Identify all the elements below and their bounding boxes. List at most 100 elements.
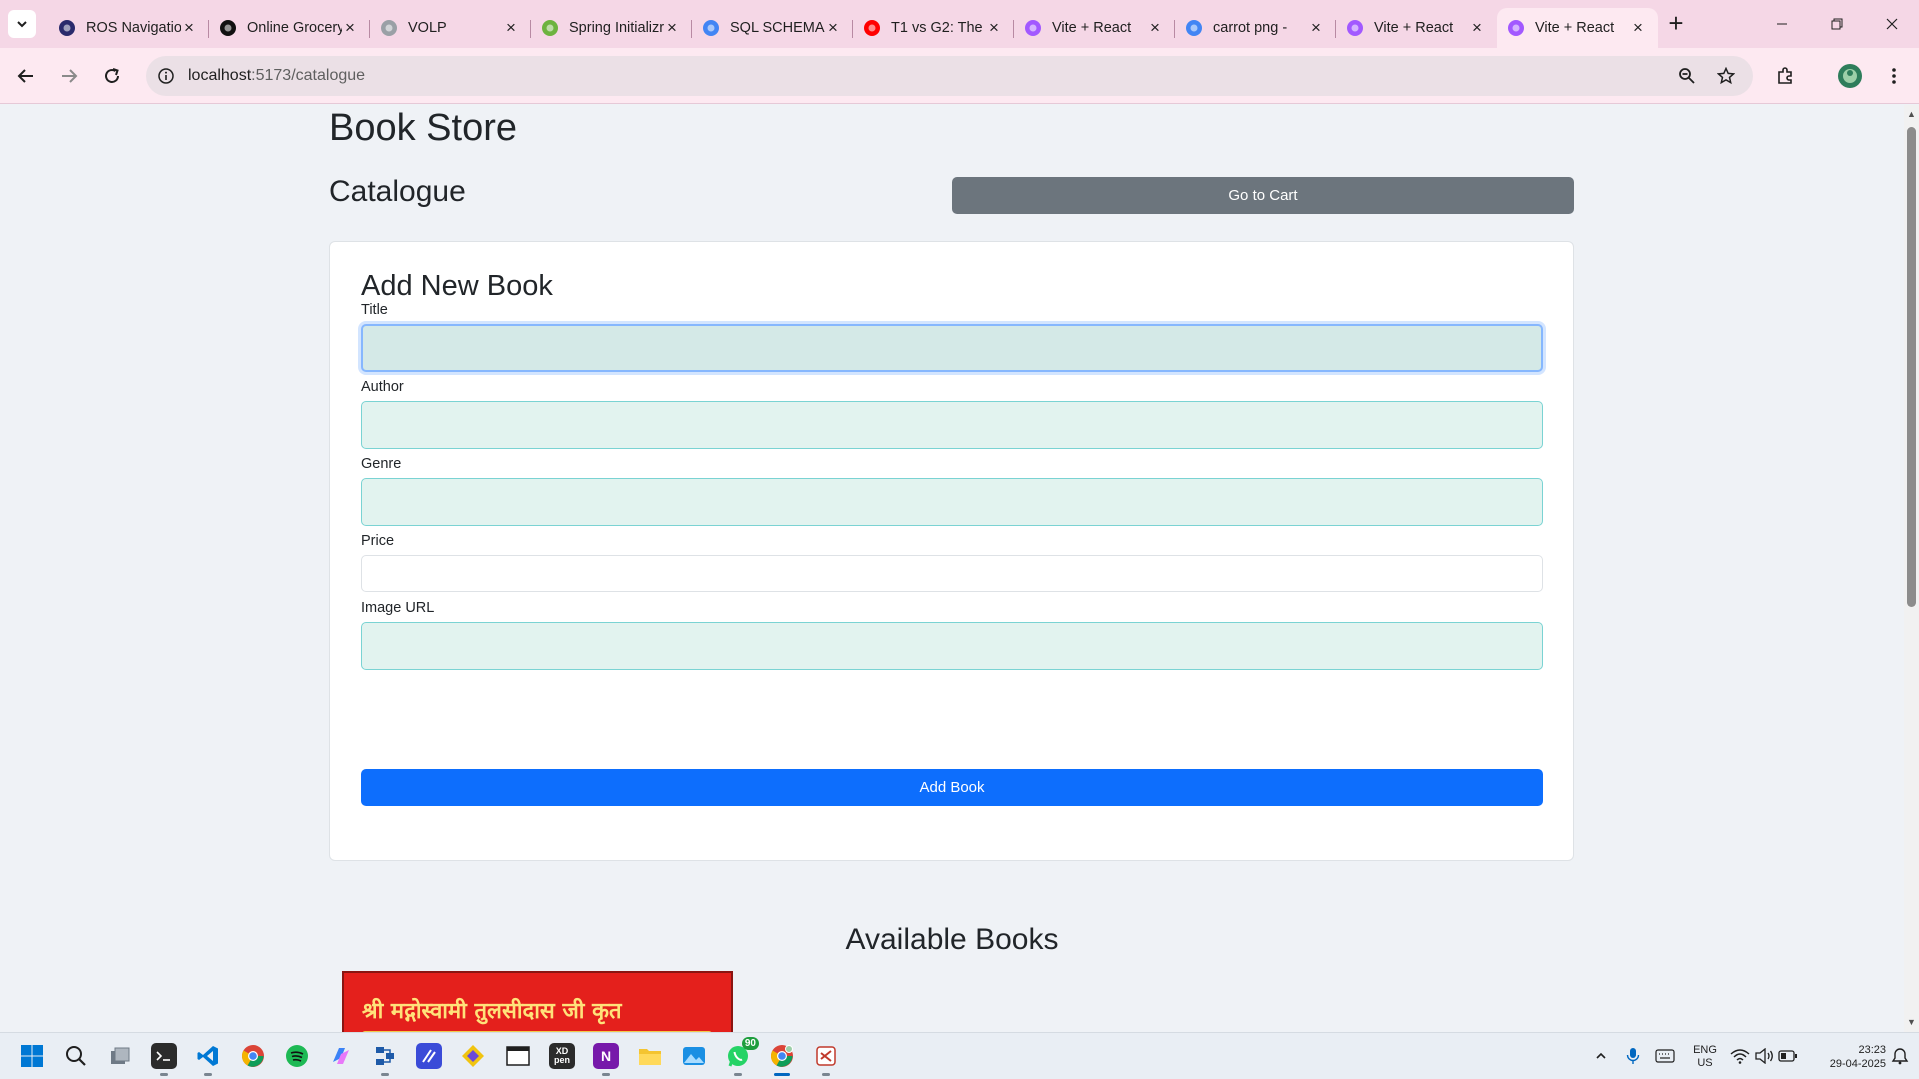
spotify-icon[interactable] [284,1043,310,1069]
puzzle-icon [1778,67,1792,84]
scroll-up-icon[interactable]: ▲ [1907,109,1916,119]
image-url-label: Image URL [361,600,435,616]
wifi-icon[interactable] [1729,1043,1751,1069]
available-books-heading: Available Books [845,923,1059,956]
restore-button[interactable] [1814,8,1860,40]
xd-pen-glyph: XD pen [553,1046,570,1065]
browser-tab[interactable]: VOLP × [370,8,531,48]
tab-search-button[interactable] [8,10,36,38]
browser-tab[interactable]: Vite + React × [1336,8,1497,48]
search-icon[interactable] [63,1043,89,1069]
close-tab-icon[interactable]: × [181,18,197,38]
task-view-icon[interactable] [107,1043,133,1069]
browser-tab[interactable]: carrot png - × [1175,8,1336,48]
browser-tab[interactable]: SQL SCHEMA × [692,8,853,48]
photos-icon[interactable] [681,1043,707,1069]
close-tab-icon[interactable]: × [825,18,841,38]
network-nodes-icon [376,1047,394,1065]
tab-title: SQL SCHEMA [730,20,825,36]
browser-tab[interactable]: ROS Navigation × [48,8,209,48]
browser-tab[interactable]: T1 vs G2: The × [853,8,1014,48]
keyboard-icon[interactable] [1653,1043,1677,1069]
google-icon [702,19,720,37]
page-scrollbar[interactable]: ▲ ▼ [1904,105,1919,1032]
go-to-cart-button[interactable]: Go to Cart [952,177,1574,214]
author-input[interactable] [361,401,1543,449]
close-tab-icon[interactable]: × [503,18,519,38]
url-text[interactable]: localhost:5173/catalogue [188,67,365,85]
image-url-input[interactable] [361,622,1543,670]
browser-tab[interactable]: Vite + React × [1497,8,1658,48]
add-book-button[interactable]: Add Book [361,769,1543,806]
whatsapp-icon[interactable]: 90 [725,1037,759,1076]
chevron-up-icon [1596,1052,1606,1059]
tray-overflow-icon[interactable] [1589,1043,1613,1069]
page-viewport: Book Store Catalogue Go to Cart Add New … [0,105,1904,1032]
volume-icon[interactable] [1753,1043,1775,1069]
scroll-thumb[interactable] [1907,127,1916,607]
vscode-icon[interactable] [195,1043,221,1076]
address-bar[interactable]: localhost:5173/catalogue [146,56,1753,96]
close-tab-icon[interactable]: × [1469,18,1485,38]
browser-menu-button[interactable] [1878,60,1910,92]
microphone-icon[interactable] [1621,1043,1645,1069]
bookmark-button[interactable] [1710,60,1742,92]
store-title: Book Store [329,107,517,149]
price-input[interactable] [361,555,1543,592]
back-button[interactable] [10,60,42,92]
minimize-button[interactable] [1759,8,1805,40]
tab-strip: ROS Navigation × Online Grocery × VOLP × Sprin… [0,0,1919,48]
terminal-icon[interactable] [151,1043,177,1076]
notepad-icon[interactable] [416,1043,442,1069]
input-language[interactable]: ENG US [1690,1044,1720,1070]
clock-time: 23:23 [1858,1044,1886,1056]
notifications-icon[interactable] [1889,1043,1911,1069]
genre-input[interactable] [361,478,1543,526]
close-window-button[interactable] [1869,8,1915,40]
tab-list: ROS Navigation × Online Grocery × VOLP × Sprin… [48,8,1658,48]
windows-start-icon[interactable] [19,1043,45,1069]
prompt-icon [156,1051,170,1061]
google-icon [1185,19,1203,37]
battery-icon[interactable] [1777,1043,1799,1069]
profile-button[interactable] [1834,60,1866,92]
add-book-heading: Add New Book [361,270,553,302]
forward-button[interactable] [53,60,85,92]
close-tab-icon[interactable]: × [1147,18,1163,38]
xd-pen-icon[interactable]: XD pen [549,1043,575,1069]
site-info-icon[interactable] [158,68,174,84]
snipping-tool-icon[interactable] [813,1043,839,1076]
scroll-down-icon[interactable]: ▼ [1907,1017,1916,1027]
copilot-icon[interactable] [328,1043,354,1069]
close-tab-icon[interactable]: × [1308,18,1324,38]
reload-button[interactable] [96,60,128,92]
magnifier-icon [66,1046,86,1066]
close-tab-icon[interactable]: × [664,18,680,38]
network-app-icon[interactable] [372,1043,398,1076]
extensions-button[interactable] [1770,60,1802,92]
window-app-icon[interactable] [505,1043,531,1069]
browser-tab[interactable]: Spring Initializr × [531,8,692,48]
tab-title: Vite + React [1535,20,1615,36]
chrome-logo-icon [771,1045,793,1067]
close-tab-icon[interactable]: × [986,18,1002,38]
onenote-icon[interactable]: N [593,1043,619,1076]
browser-tab[interactable]: Online Grocery × [209,8,370,48]
chrome-icon[interactable] [240,1043,266,1069]
url-host: localhost [188,67,252,84]
tab-title: T1 vs G2: The [891,20,983,36]
chrome-profile-icon[interactable] [769,1043,795,1076]
browser-tab[interactable]: Vite + React × [1014,8,1175,48]
zoom-button[interactable] [1671,60,1703,92]
file-explorer-icon[interactable] [637,1043,663,1069]
new-tab-button[interactable]: + [1662,10,1690,38]
book-cover-image: श्री मद्गोस्वामी तुलसीदास जी कृत [342,971,733,1032]
git-icon[interactable] [460,1043,486,1069]
taskbar-clock[interactable]: 23:23 29-04-2025 [1806,1043,1886,1071]
title-input[interactable] [361,324,1543,372]
chrome-logo-icon [242,1045,264,1067]
close-tab-icon[interactable]: × [342,18,358,38]
close-tab-icon[interactable]: × [1630,18,1646,38]
spring-icon [541,19,559,37]
add-book-card: Add New Book Title Author Genre Price Im… [329,241,1574,861]
